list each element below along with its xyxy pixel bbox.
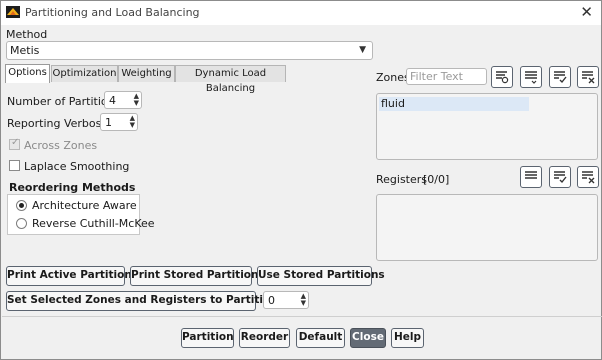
- laplace-smoothing-label: Laplace Smoothing: [24, 160, 130, 173]
- chevron-down-icon: ▼: [359, 45, 366, 55]
- window-title: Partitioning and Load Balancing: [25, 6, 200, 19]
- partition-id-value: 0: [268, 294, 275, 307]
- fluent-logo-icon: [6, 6, 20, 18]
- select-all-icon: [525, 171, 537, 179]
- method-dropdown[interactable]: Metis ▼: [6, 41, 373, 60]
- select-all-icon: [525, 71, 537, 84]
- method-value: Metis: [10, 44, 40, 57]
- spin-down-icon[interactable]: ▼: [130, 122, 135, 129]
- across-zones-checkbox[interactable]: ✓: [9, 137, 20, 150]
- across-zones-label: Across Zones: [24, 139, 98, 152]
- spin-down-icon[interactable]: ▼: [301, 300, 306, 307]
- architecture-aware-label: Architecture Aware: [32, 199, 137, 212]
- reordering-methods-group: Architecture Aware Reverse Cuthill-McKee: [7, 194, 155, 235]
- footer-divider: [2, 316, 602, 317]
- default-button[interactable]: Default: [296, 328, 345, 348]
- tab-optimization[interactable]: Optimization: [51, 65, 118, 82]
- radio-architecture-aware[interactable]: [16, 200, 27, 211]
- registers-count: [0/0]: [423, 173, 450, 186]
- num-partitions-stepper[interactable]: 4 ▲ ▼: [104, 91, 142, 109]
- method-label: Method: [6, 28, 48, 41]
- check-all-icon: [554, 171, 567, 184]
- close-window-icon[interactable]: ✕: [580, 4, 593, 20]
- set-selected-to-partition-id-button[interactable]: Set Selected Zones and Registers to Part…: [6, 291, 294, 311]
- dialog-window: Partitioning and Load Balancing ✕ Method…: [0, 0, 602, 360]
- registers-deselect-all-button[interactable]: [577, 166, 599, 188]
- radio-selected-dot: [19, 203, 24, 208]
- filter-zones-button[interactable]: [491, 66, 513, 88]
- zones-check-all-button[interactable]: [549, 66, 571, 88]
- filter-zones-icon: [496, 71, 509, 84]
- partition-button[interactable]: Partition: [181, 328, 234, 348]
- check-all-icon: [554, 71, 567, 84]
- spin-down-icon[interactable]: ▼: [134, 100, 139, 107]
- print-active-partitions-button[interactable]: Print Active Partitions: [6, 266, 138, 286]
- laplace-smoothing-checkbox[interactable]: [9, 160, 20, 171]
- zones-select-all-button[interactable]: [520, 66, 542, 88]
- registers-label: Registers: [376, 173, 428, 186]
- help-button[interactable]: Help: [391, 328, 424, 348]
- deselect-all-icon: [582, 71, 595, 84]
- registers-select-all-button[interactable]: [520, 166, 542, 188]
- reordering-methods-heading: Reordering Methods: [9, 181, 136, 194]
- num-partitions-value: 4: [109, 94, 116, 107]
- reporting-verbosity-value: 1: [105, 116, 112, 129]
- registers-list[interactable]: [376, 194, 598, 261]
- tab-options[interactable]: Options: [5, 64, 50, 83]
- zone-item-fluid[interactable]: fluid: [379, 97, 529, 111]
- radio-reverse-cuthill-mckee[interactable]: [16, 218, 27, 229]
- reporting-verbosity-stepper[interactable]: 1 ▲ ▼: [100, 113, 138, 131]
- tab-dynamic-load-balancing[interactable]: Dynamic Load Balancing: [175, 65, 286, 94]
- deselect-all-icon: [582, 171, 595, 184]
- zones-list[interactable]: fluid: [376, 93, 598, 160]
- registers-check-all-button[interactable]: [549, 166, 571, 188]
- print-stored-partitions-button[interactable]: Print Stored Partitions: [130, 266, 265, 286]
- zones-label: Zones: [376, 71, 410, 84]
- reorder-button[interactable]: Reorder: [239, 328, 290, 348]
- close-button[interactable]: Close: [350, 328, 386, 348]
- zones-deselect-all-button[interactable]: [577, 66, 599, 88]
- use-stored-partitions-button[interactable]: Use Stored Partitions: [257, 266, 385, 286]
- zones-filter-input[interactable]: Filter Text: [406, 68, 487, 85]
- title-bar: Partitioning and Load Balancing ✕: [1, 1, 601, 25]
- reverse-cuthill-mckee-label: Reverse Cuthill-McKee: [32, 217, 155, 230]
- tab-weighting[interactable]: Weighting: [118, 65, 175, 82]
- partition-id-stepper[interactable]: 0 ▲ ▼: [263, 291, 309, 309]
- check-icon: ✓: [11, 137, 20, 148]
